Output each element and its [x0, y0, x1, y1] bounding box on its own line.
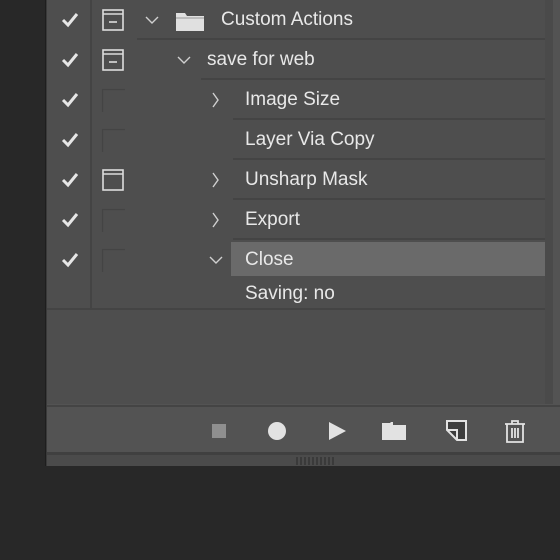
checkmark-icon[interactable] [61, 251, 79, 269]
checkmark-icon[interactable] [61, 211, 79, 229]
chevron-down-icon[interactable] [175, 51, 193, 69]
actions-panel: Custom Actions save for web Image Size L… [46, 0, 560, 466]
folder-icon [176, 13, 204, 31]
dialog-toggle-empty-icon[interactable] [101, 208, 125, 232]
chevron-down-icon[interactable] [207, 251, 225, 269]
checkmark-icon[interactable] [61, 51, 79, 69]
resize-grip[interactable] [296, 457, 336, 465]
row-label: Export [245, 209, 300, 230]
step-detail-row: Saving: no [47, 276, 553, 310]
play-icon[interactable] [325, 419, 349, 443]
action-set-row[interactable]: Custom Actions [47, 0, 553, 40]
actions-toolbar [47, 405, 560, 454]
panel-resize-bar[interactable] [47, 452, 560, 466]
action-step-row[interactable]: Layer Via Copy [47, 120, 553, 160]
chevron-right-icon[interactable] [207, 171, 225, 189]
checkmark-icon[interactable] [61, 131, 79, 149]
action-step-row[interactable]: Export [47, 200, 553, 240]
dialog-toggle-empty-icon[interactable] [101, 248, 125, 272]
folder-icon[interactable] [381, 419, 407, 443]
chevron-right-icon[interactable] [207, 211, 225, 229]
detail-label: Saving: no [245, 283, 335, 304]
actions-list: Custom Actions save for web Image Size L… [47, 0, 553, 404]
action-step-row-selected[interactable]: Close [47, 240, 553, 280]
row-label: Layer Via Copy [245, 129, 375, 150]
checkmark-icon[interactable] [61, 171, 79, 189]
scrollbar-track[interactable] [545, 0, 553, 404]
row-label: Custom Actions [221, 9, 353, 30]
row-label: Unsharp Mask [245, 169, 368, 190]
chevron-right-icon[interactable] [207, 91, 225, 109]
dialog-toggle-empty-icon[interactable] [101, 128, 125, 152]
checkmark-icon[interactable] [61, 91, 79, 109]
record-icon[interactable] [265, 419, 289, 443]
row-label: Close [245, 249, 294, 270]
stop-icon[interactable] [207, 419, 231, 443]
row-label: Image Size [245, 89, 341, 110]
action-step-row[interactable]: Image Size [47, 80, 553, 120]
action-step-row[interactable]: Unsharp Mask [47, 160, 553, 200]
new-item-icon[interactable] [445, 419, 469, 443]
dialog-toggle-icon[interactable] [101, 168, 125, 192]
row-label: save for web [207, 49, 315, 70]
dialog-toggle-icon[interactable] [101, 48, 125, 72]
dialog-toggle-icon[interactable] [101, 8, 125, 32]
action-row[interactable]: save for web [47, 40, 553, 80]
chevron-down-icon[interactable] [143, 11, 161, 29]
dialog-toggle-empty-icon[interactable] [101, 88, 125, 112]
checkmark-icon[interactable] [61, 11, 79, 29]
trash-icon[interactable] [503, 419, 527, 443]
